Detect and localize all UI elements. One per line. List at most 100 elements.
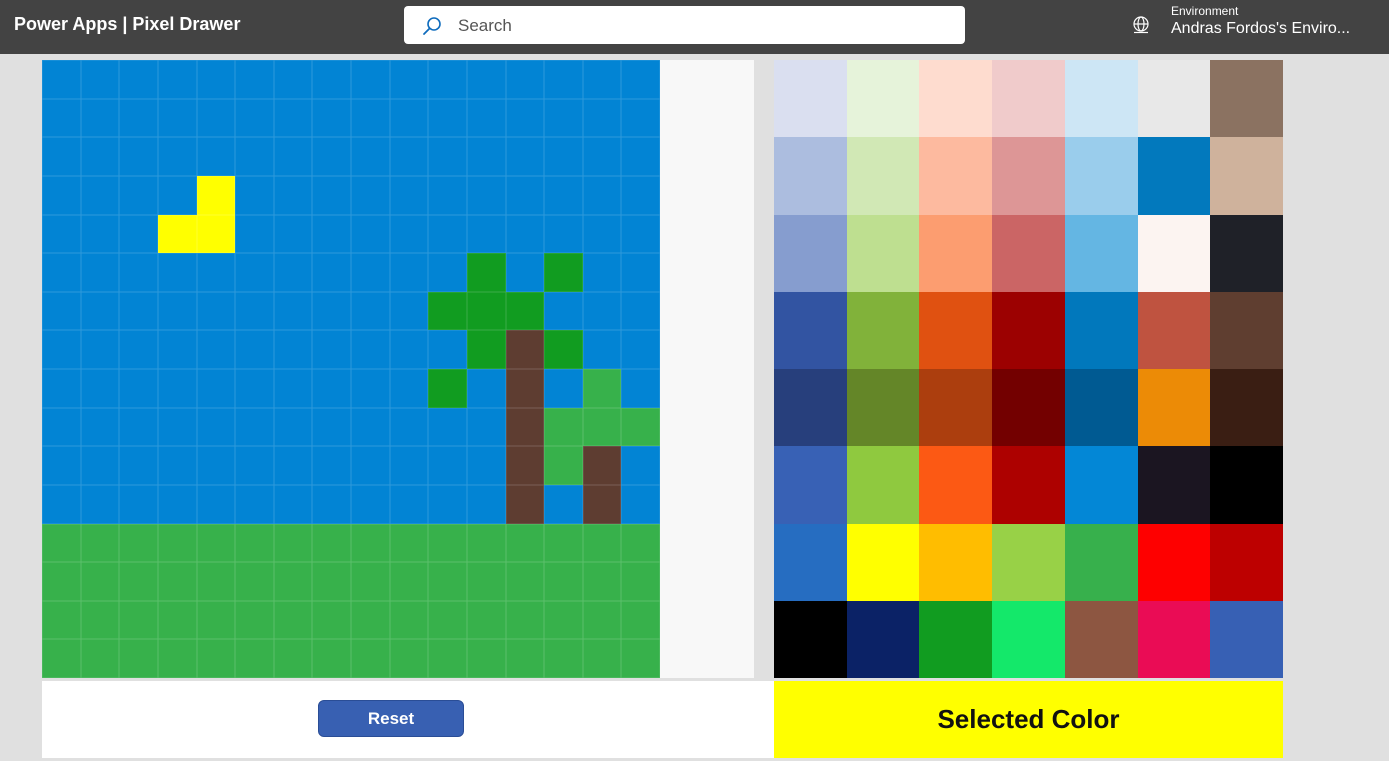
pixel-cell[interactable] — [80, 175, 120, 215]
pixel-cell[interactable] — [119, 562, 158, 601]
pixel-cell[interactable] — [466, 214, 506, 254]
pixel-cell[interactable] — [505, 291, 545, 331]
pixel-cell[interactable] — [621, 291, 660, 331]
pixel-cell[interactable] — [80, 214, 120, 254]
pixel-cell[interactable] — [42, 369, 81, 408]
palette-swatch[interactable] — [1210, 291, 1283, 369]
pixel-cell[interactable] — [466, 639, 506, 678]
palette-swatch[interactable] — [774, 60, 847, 138]
color-palette[interactable] — [774, 60, 1283, 678]
pixel-cell[interactable] — [80, 330, 120, 369]
pixel-cell[interactable] — [505, 253, 545, 292]
pixel-cell[interactable] — [42, 446, 81, 485]
palette-swatch[interactable] — [1137, 291, 1211, 369]
pixel-cell[interactable] — [505, 369, 545, 408]
palette-swatch[interactable] — [774, 600, 847, 678]
pixel-cell[interactable] — [119, 60, 158, 99]
pixel-cell[interactable] — [544, 600, 583, 640]
pixel-cell[interactable] — [196, 523, 236, 563]
pixel-cell[interactable] — [582, 369, 622, 408]
pixel-cell[interactable] — [351, 137, 390, 176]
pixel-cell[interactable] — [582, 484, 622, 524]
palette-swatch[interactable] — [992, 600, 1065, 678]
pixel-cell[interactable] — [505, 214, 545, 254]
pixel-cell[interactable] — [119, 639, 158, 678]
pixel-cell[interactable] — [273, 600, 313, 640]
pixel-cell[interactable] — [157, 562, 197, 601]
pixel-cell[interactable] — [80, 639, 120, 678]
pixel-cell[interactable] — [544, 369, 583, 408]
pixel-cell[interactable] — [196, 175, 236, 215]
pixel-cell[interactable] — [312, 98, 351, 138]
palette-swatch[interactable] — [1064, 523, 1138, 601]
pixel-cell[interactable] — [582, 562, 622, 601]
pixel-cell[interactable] — [196, 60, 236, 99]
palette-swatch[interactable] — [846, 137, 920, 215]
pixel-cell[interactable] — [273, 369, 313, 408]
palette-swatch[interactable] — [774, 214, 847, 292]
pixel-cell[interactable] — [273, 446, 313, 485]
pixel-cell[interactable] — [157, 291, 197, 331]
pixel-cell[interactable] — [428, 330, 467, 369]
pixel-cell[interactable] — [42, 407, 81, 447]
pixel-cell[interactable] — [621, 523, 660, 563]
pixel-cell[interactable] — [157, 639, 197, 678]
pixel-cell[interactable] — [466, 253, 506, 292]
pixel-cell[interactable] — [119, 330, 158, 369]
pixel-cell[interactable] — [544, 291, 583, 331]
pixel-cell[interactable] — [544, 562, 583, 601]
pixel-cell[interactable] — [312, 562, 351, 601]
palette-swatch[interactable] — [1210, 446, 1283, 524]
pixel-cell[interactable] — [351, 446, 390, 485]
pixel-cell[interactable] — [119, 175, 158, 215]
pixel-cell[interactable] — [196, 446, 236, 485]
pixel-cell[interactable] — [505, 98, 545, 138]
pixel-cell[interactable] — [235, 600, 274, 640]
pixel-cell[interactable] — [389, 446, 429, 485]
pixel-cell[interactable] — [351, 330, 390, 369]
pixel-cell[interactable] — [42, 214, 81, 254]
pixel-cell[interactable] — [582, 639, 622, 678]
pixel-cell[interactable] — [80, 562, 120, 601]
palette-swatch[interactable] — [919, 137, 993, 215]
pixel-cell[interactable] — [196, 214, 236, 254]
pixel-cell[interactable] — [621, 562, 660, 601]
pixel-cell[interactable] — [235, 523, 274, 563]
pixel-cell[interactable] — [466, 562, 506, 601]
pixel-cell[interactable] — [621, 60, 660, 99]
pixel-cell[interactable] — [80, 253, 120, 292]
pixel-cell[interactable] — [389, 175, 429, 215]
pixel-cell[interactable] — [119, 446, 158, 485]
pixel-cell[interactable] — [235, 407, 274, 447]
pixel-cell[interactable] — [389, 214, 429, 254]
pixel-cell[interactable] — [157, 137, 197, 176]
pixel-cell[interactable] — [312, 214, 351, 254]
pixel-cell[interactable] — [428, 253, 467, 292]
palette-swatch[interactable] — [992, 60, 1065, 138]
pixel-cell[interactable] — [312, 523, 351, 563]
pixel-cell[interactable] — [505, 330, 545, 369]
pixel-cell[interactable] — [119, 369, 158, 408]
pixel-cell[interactable] — [428, 98, 467, 138]
pixel-cell[interactable] — [466, 60, 506, 99]
pixel-cell[interactable] — [389, 600, 429, 640]
pixel-cell[interactable] — [582, 407, 622, 447]
pixel-cell[interactable] — [119, 253, 158, 292]
pixel-cell[interactable] — [42, 639, 81, 678]
palette-swatch[interactable] — [774, 137, 847, 215]
pixel-cell[interactable] — [389, 369, 429, 408]
pixel-cell[interactable] — [235, 253, 274, 292]
pixel-cell[interactable] — [351, 253, 390, 292]
palette-swatch[interactable] — [992, 446, 1065, 524]
pixel-cell[interactable] — [196, 291, 236, 331]
pixel-cell[interactable] — [42, 253, 81, 292]
pixel-cell[interactable] — [351, 98, 390, 138]
pixel-cell[interactable] — [544, 175, 583, 215]
pixel-cell[interactable] — [466, 330, 506, 369]
pixel-cell[interactable] — [466, 446, 506, 485]
pixel-cell[interactable] — [157, 60, 197, 99]
pixel-cell[interactable] — [466, 98, 506, 138]
pixel-cell[interactable] — [389, 330, 429, 369]
pixel-cell[interactable] — [235, 137, 274, 176]
pixel-cell[interactable] — [505, 446, 545, 485]
